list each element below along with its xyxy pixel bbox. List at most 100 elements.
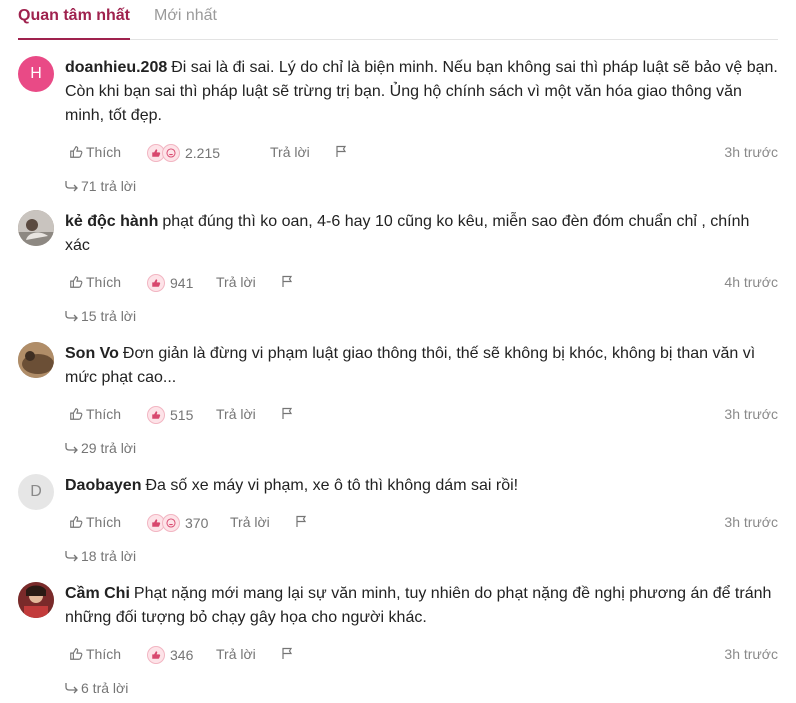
replies-link[interactable]: 71 trả lời	[65, 178, 136, 194]
replies-link[interactable]: 29 trả lời	[65, 440, 136, 456]
thumbs-up-icon	[70, 276, 83, 288]
reactions[interactable]: 346	[147, 646, 193, 664]
like-button[interactable]: Thích	[69, 144, 121, 160]
comment-time: 4h trước	[724, 274, 778, 290]
comment-author[interactable]: Cầm Chi	[65, 585, 130, 602]
reactions[interactable]: 941	[147, 274, 193, 292]
haha-reaction-icon	[162, 514, 180, 532]
reply-button[interactable]: Trả lời	[216, 646, 256, 662]
like-label: Thích	[86, 144, 122, 160]
reply-arrow-icon	[65, 683, 78, 694]
comment-time: 3h trước	[724, 406, 778, 422]
avatar-photo	[18, 342, 54, 378]
comment-time: 3h trước	[724, 646, 778, 662]
comment-text-block: Daobayen Đa số xe máy vi phạm, xe ô tô th…	[65, 474, 778, 498]
like-reaction-icon	[147, 274, 165, 292]
comment-text: phạt đúng thì ko oan, 4-6 hay 10 cũng ko…	[65, 213, 750, 254]
avatar-photo	[18, 210, 54, 246]
avatar-photo	[18, 582, 54, 618]
reactions[interactable]: 370	[147, 514, 208, 532]
thumbs-up-icon	[70, 516, 83, 528]
reaction-count: 370	[185, 515, 209, 531]
reply-button[interactable]: Trả lời	[270, 144, 310, 160]
comment-author[interactable]: doanhieu.208	[65, 59, 167, 76]
flag-icon	[296, 515, 307, 527]
report-flag-button[interactable]	[281, 407, 293, 420]
flag-icon	[282, 407, 293, 419]
reaction-icons	[147, 406, 167, 424]
replies-count: 29 trả lời	[81, 440, 137, 456]
reaction-count: 941	[170, 275, 194, 291]
flag-icon	[282, 275, 293, 287]
avatar[interactable]	[18, 210, 54, 246]
haha-reaction-icon	[162, 144, 180, 162]
like-reaction-icon	[147, 646, 165, 664]
reaction-icons	[147, 274, 167, 292]
comment-actions: Thích 515 Trả lời 3h trước	[65, 406, 778, 426]
avatar[interactable]	[18, 582, 54, 618]
replies-link[interactable]: 18 trả lời	[65, 548, 136, 564]
replies-count: 18 trả lời	[81, 548, 137, 564]
reaction-count: 346	[170, 647, 194, 663]
comment-time: 3h trước	[724, 514, 778, 530]
like-label: Thích	[86, 646, 122, 662]
avatar[interactable]: D	[18, 474, 54, 510]
comment-actions: Thích 2.215 Trả lời 3h trước	[65, 144, 778, 164]
thumbs-up-icon	[70, 146, 83, 158]
comment-tabs: Quan tâm nhất Mới nhất	[18, 0, 778, 40]
like-reaction-icon	[147, 406, 165, 424]
comment-text-block: Son Vo Đơn giản là đừng vi phạm luật giao…	[65, 342, 778, 390]
comment-text: Đơn giản là đừng vi phạm luật giao thông…	[65, 345, 756, 386]
reaction-icons	[147, 514, 182, 532]
comment-time: 3h trước	[724, 144, 778, 160]
comment-actions: Thích 346 Trả lời 3h trước	[65, 646, 778, 666]
avatar[interactable]: H	[18, 56, 54, 92]
reactions[interactable]: 2.215	[147, 144, 220, 162]
tab-moi-nhat[interactable]: Mới nhất	[154, 7, 217, 25]
comment-author[interactable]: Son Vo	[65, 345, 119, 362]
reply-arrow-icon	[65, 551, 78, 562]
reply-arrow-icon	[65, 311, 78, 322]
replies-count: 15 trả lời	[81, 308, 137, 324]
comment-text-block: kẻ độc hành phạt đúng thì ko oan, 4-6 hay…	[65, 210, 778, 258]
tab-quan-tam-nhat[interactable]: Quan tâm nhất	[18, 7, 131, 40]
like-button[interactable]: Thích	[69, 646, 121, 662]
report-flag-button[interactable]	[281, 275, 293, 288]
like-label: Thích	[86, 514, 122, 530]
reaction-icons	[147, 144, 182, 162]
reaction-count: 515	[170, 407, 194, 423]
replies-link[interactable]: 6 trả lời	[65, 680, 128, 696]
reply-button[interactable]: Trả lời	[216, 274, 256, 290]
avatar[interactable]	[18, 342, 54, 378]
report-flag-button[interactable]	[281, 647, 293, 660]
replies-count: 6 trả lời	[81, 680, 129, 696]
thumbs-up-icon	[70, 648, 83, 660]
reaction-icons	[147, 646, 167, 664]
like-button[interactable]: Thích	[69, 406, 121, 422]
reply-arrow-icon	[65, 443, 78, 454]
like-button[interactable]: Thích	[69, 514, 121, 530]
flag-icon	[336, 145, 347, 157]
comment-text: Đi sai là đi sai. Lý do chỉ là biện minh…	[65, 59, 778, 124]
reaction-count: 2.215	[185, 145, 221, 161]
like-label: Thích	[86, 406, 122, 422]
reply-button[interactable]: Trả lời	[216, 406, 256, 422]
comment-actions: Thích 370 Trả lời 3h trước	[65, 514, 778, 534]
like-label: Thích	[86, 274, 122, 290]
comment-author[interactable]: Daobayen	[65, 477, 141, 494]
comment-text-block: Cầm Chi Phạt nặng mới mang lại sự văn min…	[65, 582, 778, 630]
report-flag-button[interactable]	[295, 515, 307, 528]
reply-button[interactable]: Trả lời	[230, 514, 270, 530]
comment-text: Đa số xe máy vi phạm, xe ô tô thì không …	[145, 477, 519, 494]
replies-link[interactable]: 15 trả lời	[65, 308, 136, 324]
comment-author[interactable]: kẻ độc hành	[65, 213, 158, 230]
comment-text-block: doanhieu.208 Đi sai là đi sai. Lý do chỉ …	[65, 56, 778, 128]
replies-count: 71 trả lời	[81, 178, 137, 194]
comment-text: Phạt nặng mới mang lại sự văn minh, tuy …	[65, 585, 772, 626]
report-flag-button[interactable]	[335, 145, 347, 158]
flag-icon	[282, 647, 293, 659]
like-button[interactable]: Thích	[69, 274, 121, 290]
reactions[interactable]: 515	[147, 406, 193, 424]
thumbs-up-icon	[70, 408, 83, 420]
comment-actions: Thích 941 Trả lời 4h trước	[65, 274, 778, 294]
